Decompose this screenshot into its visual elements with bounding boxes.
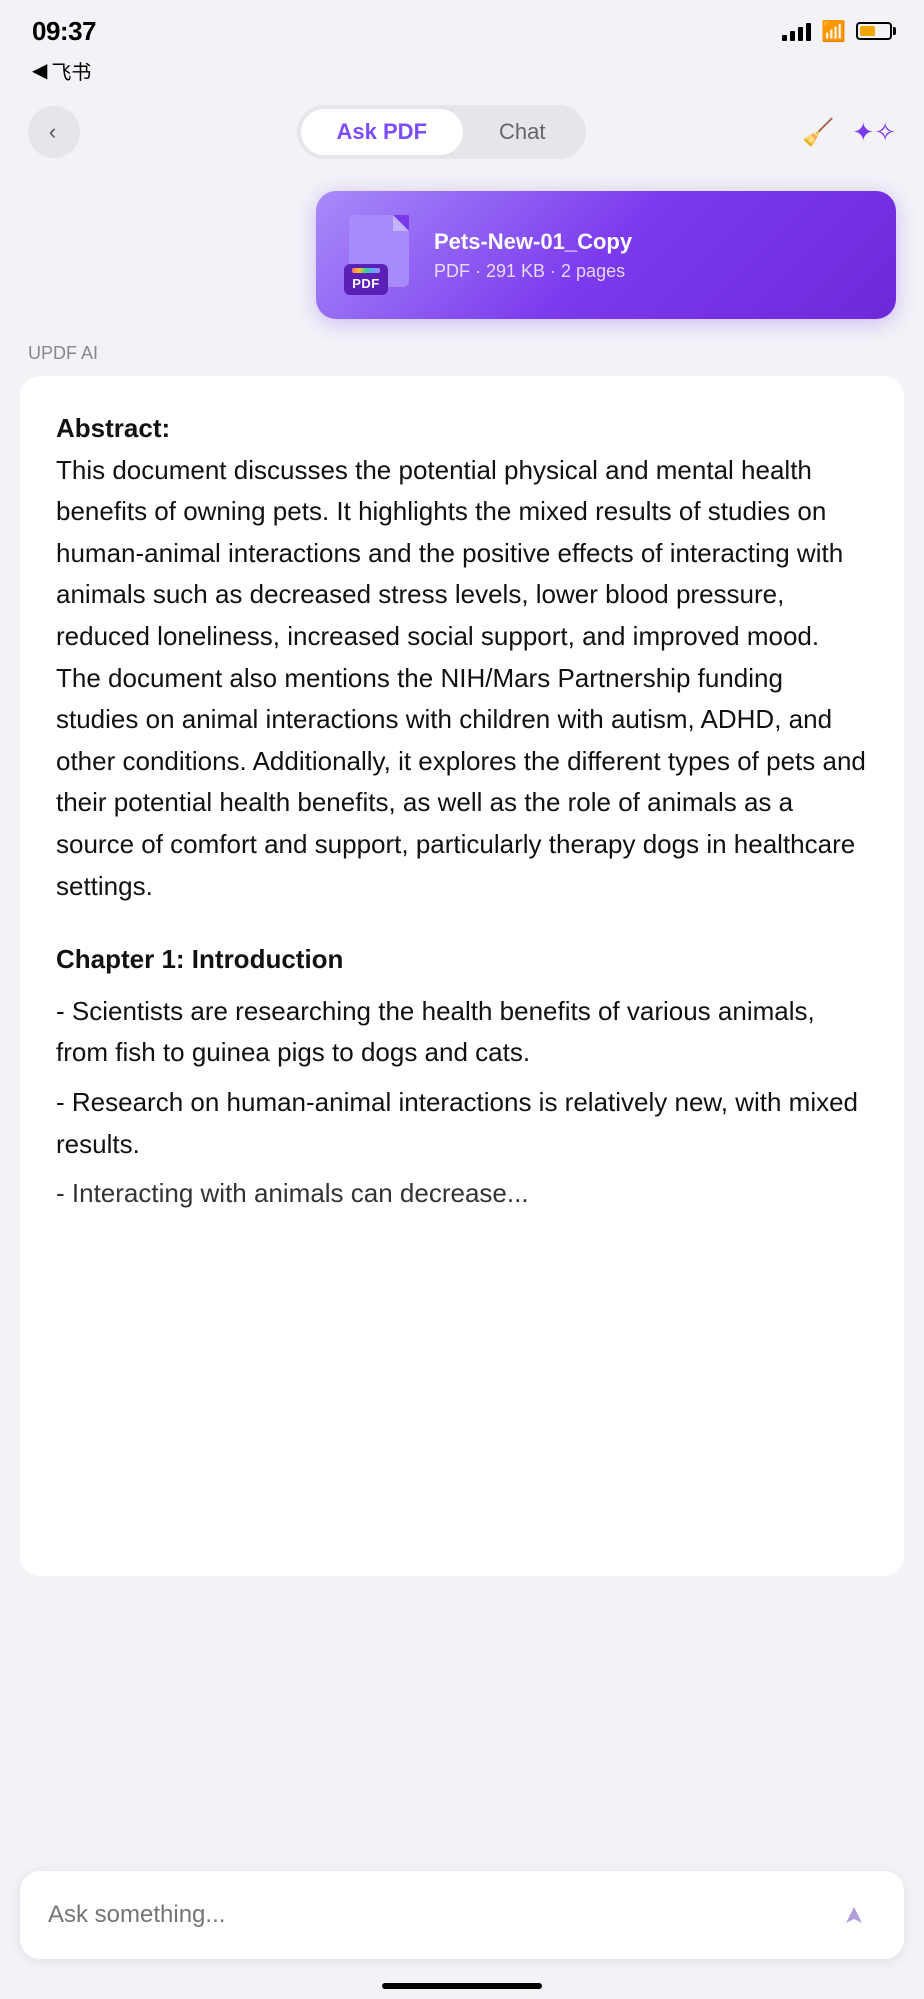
abstract-title: Abstract: bbox=[56, 408, 868, 450]
status-bar: 09:37 📶 bbox=[0, 0, 924, 56]
home-indicator bbox=[382, 1983, 542, 1989]
carrier-row: ◀ 飞书 bbox=[0, 56, 924, 93]
pdf-icon-container: PDF bbox=[344, 215, 414, 295]
input-bar bbox=[20, 1871, 904, 1959]
status-time: 09:37 bbox=[32, 16, 96, 47]
carrier-back: ◀ 飞书 bbox=[32, 56, 91, 85]
carrier-name: 飞书 bbox=[51, 56, 91, 85]
tab-switcher: Ask PDF Chat bbox=[297, 105, 586, 159]
back-button[interactable]: ‹ bbox=[28, 106, 80, 158]
pdf-card[interactable]: PDF Pets-New-01_Copy PDF · 291 KB · 2 pa… bbox=[316, 191, 896, 319]
tab-ask-pdf[interactable]: Ask PDF bbox=[301, 109, 463, 155]
back-chevron-icon: ‹ bbox=[49, 119, 56, 145]
response-text: Abstract: This document discusses the po… bbox=[56, 408, 868, 1215]
nav-actions: 🧹 ✦✧ bbox=[802, 117, 896, 148]
chat-input[interactable] bbox=[48, 1901, 832, 1929]
battery-icon bbox=[856, 22, 892, 40]
sparkle-icon[interactable]: ✦✧ bbox=[852, 117, 896, 148]
nav-bar: ‹ Ask PDF Chat 🧹 ✦✧ bbox=[0, 93, 924, 171]
send-icon bbox=[838, 1899, 870, 1931]
pdf-badge-rainbow bbox=[352, 268, 380, 273]
back-arrow-carrier: ◀ bbox=[32, 58, 47, 83]
response-card: Abstract: This document discusses the po… bbox=[20, 376, 904, 1576]
send-button[interactable] bbox=[832, 1893, 876, 1937]
signal-icon bbox=[782, 21, 811, 41]
pdf-meta: PDF · 291 KB · 2 pages bbox=[434, 261, 868, 282]
tab-chat[interactable]: Chat bbox=[463, 109, 581, 155]
wifi-icon: 📶 bbox=[821, 19, 846, 44]
pdf-card-wrapper: PDF Pets-New-01_Copy PDF · 291 KB · 2 pa… bbox=[0, 171, 924, 343]
chapter1-title: Chapter 1: Introduction bbox=[56, 939, 868, 981]
pdf-info: Pets-New-01_Copy PDF · 291 KB · 2 pages bbox=[434, 229, 868, 282]
chapter1-bullet-3: - Interacting with animals can decrease.… bbox=[56, 1173, 868, 1215]
chapter1: Chapter 1: Introduction - Scientists are… bbox=[56, 939, 868, 1215]
pdf-badge-text: PDF bbox=[352, 276, 380, 291]
chapter1-bullet-2: - Research on human-animal interactions … bbox=[56, 1082, 868, 1165]
pdf-badge: PDF bbox=[344, 264, 388, 295]
pdf-filename: Pets-New-01_Copy bbox=[434, 229, 868, 255]
brush-icon[interactable]: 🧹 bbox=[802, 117, 834, 148]
status-icons: 📶 bbox=[782, 19, 892, 44]
ai-label-row: UPDF AI bbox=[0, 343, 924, 376]
chapter1-bullet-1: - Scientists are researching the health … bbox=[56, 991, 868, 1074]
abstract-paragraph: Abstract: This document discusses the po… bbox=[56, 408, 868, 907]
input-bar-wrapper bbox=[0, 1855, 924, 1999]
abstract-body: This document discusses the potential ph… bbox=[56, 455, 866, 901]
ai-label: UPDF AI bbox=[28, 343, 98, 363]
